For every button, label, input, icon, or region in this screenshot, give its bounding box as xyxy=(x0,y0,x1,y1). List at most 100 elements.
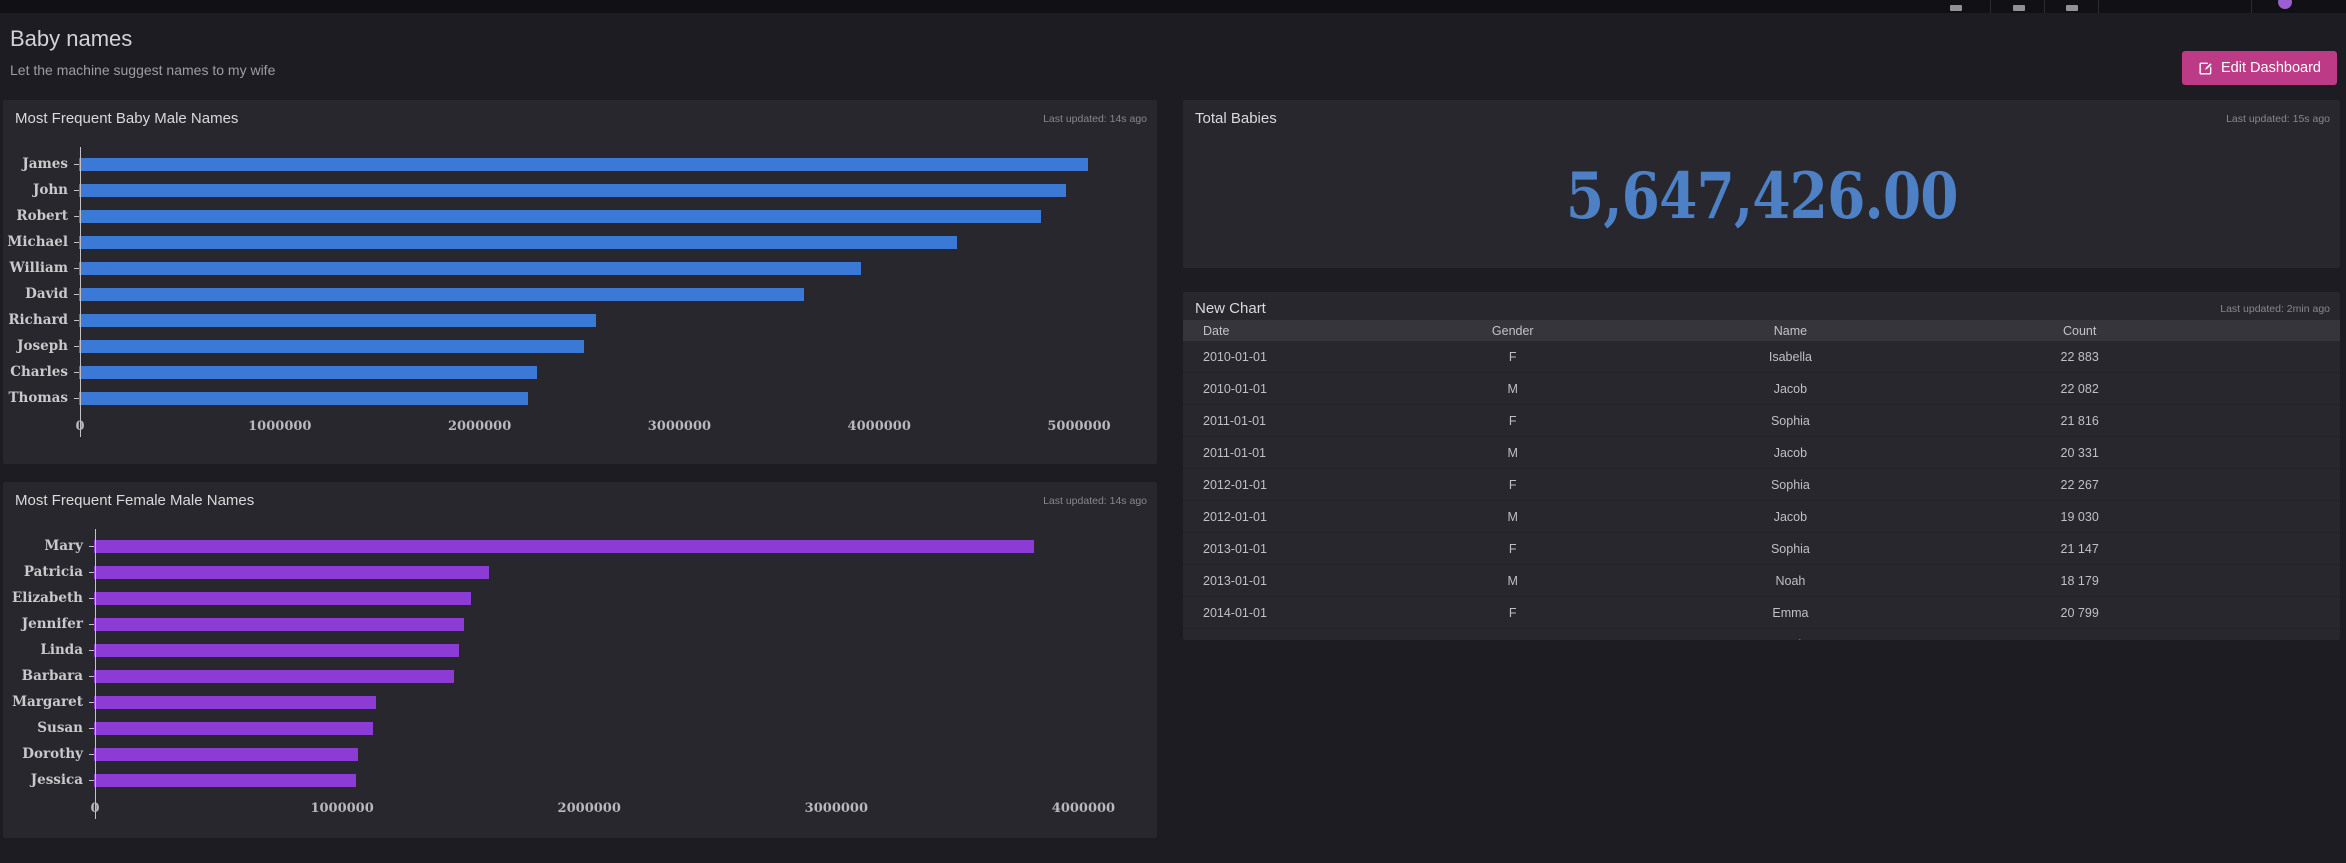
table-cell-date: 2012-01-01 xyxy=(1183,478,1380,492)
table-cell-name: Noah xyxy=(1646,638,1935,641)
table-cell-count: 18 179 xyxy=(1935,574,2224,588)
panel-female-names: Most Frequent Female Male Names Last upd… xyxy=(3,482,1157,838)
bar-row: James xyxy=(3,151,1135,177)
female-names-bar-chart: MaryPatriciaElizabethJenniferLindaBarbar… xyxy=(3,533,1157,819)
table-cell-date: 2010-01-01 xyxy=(1183,350,1380,364)
x-tick-label: 1000000 xyxy=(248,419,311,434)
table-cell-name: Sophia xyxy=(1646,542,1935,556)
table-cell-name: Sophia xyxy=(1646,478,1935,492)
table-cell-name: Jacob xyxy=(1646,510,1935,524)
user-avatar-icon[interactable] xyxy=(2278,0,2292,9)
edit-dashboard-button[interactable]: Edit Dashboard xyxy=(2182,51,2337,85)
x-axis: 01000000200000030000004000000 xyxy=(95,793,1123,819)
table-cell-date: 2013-01-01 xyxy=(1183,542,1380,556)
bar-row: Charles xyxy=(3,359,1135,385)
table-cell-date: 2014-01-01 xyxy=(1183,606,1380,620)
table-row: 2010-01-01MJacob22 082 xyxy=(1183,373,2340,405)
table-cell-count: 20 331 xyxy=(1935,446,2224,460)
dashboard-header: Baby names Let the machine suggest names… xyxy=(0,13,2346,100)
x-axis: 010000002000000300000040000005000000 xyxy=(80,411,1113,437)
bar xyxy=(94,566,489,579)
bar-row: Dorothy xyxy=(3,741,1140,767)
bar-category-label: David xyxy=(3,286,74,302)
table-cell-gender: M xyxy=(1380,574,1646,588)
bar xyxy=(79,262,861,275)
table-cell-gender: M xyxy=(1380,638,1646,641)
x-tick-label: 5000000 xyxy=(1047,419,1110,434)
y-axis-line xyxy=(95,529,96,819)
table-scroll-area[interactable]: 2010-01-01FIsabella22 8832010-01-01MJaco… xyxy=(1183,341,2340,640)
column-header-name: Name xyxy=(1646,324,1935,338)
edit-icon xyxy=(2198,61,2213,76)
bar-category-label: Linda xyxy=(3,642,89,658)
bar-category-label: Joseph xyxy=(3,338,74,354)
table-cell-count: 22 883 xyxy=(1935,350,2224,364)
toolbar-icon-1[interactable] xyxy=(1950,5,1962,11)
column-header-count: Count xyxy=(1935,324,2224,338)
toolbar-divider xyxy=(2251,0,2252,13)
last-updated-label: Last updated: 2min ago xyxy=(2220,303,2330,315)
table-cell-name: Jacob xyxy=(1646,382,1935,396)
bar-row: Michael xyxy=(3,229,1135,255)
last-updated-label: Last updated: 14s ago xyxy=(1043,113,1147,125)
bar-category-label: Mary xyxy=(3,538,89,554)
bar-category-label: Michael xyxy=(3,234,74,250)
y-axis-line xyxy=(80,147,81,437)
table-cell-count: 22 082 xyxy=(1935,382,2224,396)
table-cell-gender: F xyxy=(1380,606,1646,620)
bar-category-label: Elizabeth xyxy=(3,590,89,606)
table-cell-name: Noah xyxy=(1646,574,1935,588)
male-names-bar-chart: JamesJohnRobertMichaelWilliamDavidRichar… xyxy=(3,151,1157,437)
x-tick-label: 4000000 xyxy=(1052,801,1115,816)
bar xyxy=(79,340,584,353)
bar xyxy=(79,392,528,405)
bar xyxy=(94,696,376,709)
table-cell-name: Sophia xyxy=(1646,414,1935,428)
table-cell-count: 21 147 xyxy=(1935,542,2224,556)
bar-category-label: Susan xyxy=(3,720,89,736)
panel-title: New Chart xyxy=(1195,300,1266,317)
bar-row: Patricia xyxy=(3,559,1140,585)
table-cell-gender: F xyxy=(1380,478,1646,492)
panel-total-babies: Total Babies Last updated: 15s ago 5,647… xyxy=(1183,100,2340,268)
table-row: 2013-01-01MNoah18 179 xyxy=(1183,565,2340,597)
bar-row: Robert xyxy=(3,203,1135,229)
edit-dashboard-label: Edit Dashboard xyxy=(2221,60,2321,76)
toolbar-icon-2[interactable] xyxy=(2013,5,2025,11)
table-row: 2011-01-01FSophia21 816 xyxy=(1183,405,2340,437)
bar-category-label: William xyxy=(3,260,74,276)
table-row: 2012-01-01FSophia22 267 xyxy=(1183,469,2340,501)
bar xyxy=(79,314,596,327)
bar-row: Elizabeth xyxy=(3,585,1140,611)
bar xyxy=(94,748,358,761)
toolbar-icon-3[interactable] xyxy=(2066,5,2078,11)
table-cell-gender: F xyxy=(1380,414,1646,428)
x-tick-label: 3000000 xyxy=(648,419,711,434)
bar-row: Mary xyxy=(3,533,1140,559)
bar-row: Jennifer xyxy=(3,611,1140,637)
x-tick-label: 0 xyxy=(75,419,84,434)
toolbar-divider xyxy=(1990,0,1991,13)
bar-category-label: Patricia xyxy=(3,564,89,580)
table-cell-gender: F xyxy=(1380,542,1646,556)
toolbar-divider xyxy=(2044,0,2045,13)
x-tick-label: 2000000 xyxy=(558,801,621,816)
table-cell-count: 20 799 xyxy=(1935,606,2224,620)
toolbar-divider xyxy=(2098,0,2099,13)
table-row: 2014-01-01FEmma20 799 xyxy=(1183,597,2340,629)
total-babies-value: 5,647,426.00 xyxy=(1566,159,1958,234)
bar-row: Susan xyxy=(3,715,1140,741)
page-title: Baby names xyxy=(10,26,132,52)
table-cell-date: 2010-01-01 xyxy=(1183,382,1380,396)
panel-new-chart: New Chart Last updated: 2min ago Date Ge… xyxy=(1183,292,2340,640)
bar xyxy=(79,366,537,379)
table-cell-gender: M xyxy=(1380,446,1646,460)
x-tick-label: 3000000 xyxy=(805,801,868,816)
table-header-row: Date Gender Name Count xyxy=(1183,320,2340,341)
bar-category-label: Jessica xyxy=(3,772,89,788)
table-cell-date: 2011-01-01 xyxy=(1183,414,1380,428)
bar xyxy=(79,158,1088,171)
bar xyxy=(79,210,1041,223)
bar-category-label: Robert xyxy=(3,208,74,224)
table-cell-date: 2014-01-01 xyxy=(1183,638,1380,641)
